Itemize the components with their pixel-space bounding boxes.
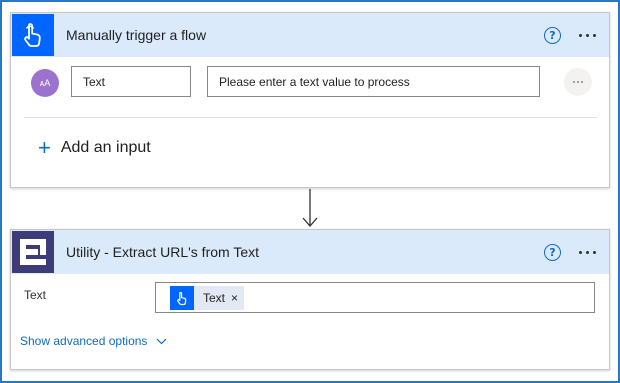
text-type-icon: ᴀA — [31, 69, 59, 97]
more-options-icon[interactable] — [579, 250, 601, 254]
trigger-card: Manually trigger a flow ? ᴀA Text Please… — [10, 12, 610, 188]
close-icon[interactable]: × — [231, 291, 238, 305]
help-icon[interactable]: ? — [544, 243, 561, 261]
divider — [24, 117, 597, 118]
text-param-label: Text — [24, 288, 47, 302]
show-advanced-options-link[interactable]: Show advanced options — [20, 334, 167, 348]
input-name-field[interactable]: Text — [71, 66, 191, 97]
plus-icon: + — [38, 135, 51, 160]
down-arrow-connector — [302, 189, 318, 227]
action-title: Utility - Extract URL's from Text — [66, 244, 259, 260]
encodian-utility-icon — [12, 231, 54, 273]
action-card: Utility - Extract URL's from Text ? Text… — [10, 229, 610, 370]
add-input-button[interactable]: + Add an input — [38, 135, 151, 160]
help-icon[interactable]: ? — [544, 26, 561, 44]
add-input-label: Add an input — [60, 139, 151, 156]
trigger-card-header[interactable]: Manually trigger a flow ? — [11, 13, 609, 57]
action-card-header[interactable]: Utility - Extract URL's from Text ? — [11, 230, 609, 274]
trigger-input-row: ᴀA Text Please enter a text value to pro… — [11, 65, 609, 99]
touch-hand-icon — [170, 286, 194, 310]
trigger-title: Manually trigger a flow — [66, 27, 207, 43]
text-param-input[interactable]: Text × — [155, 282, 595, 313]
input-more-icon[interactable] — [564, 68, 592, 96]
input-description-field[interactable]: Please enter a text value to process — [207, 66, 540, 97]
touch-hand-icon — [12, 14, 54, 56]
dynamic-content-token[interactable]: Text × — [170, 286, 245, 310]
more-options-icon[interactable] — [579, 33, 601, 37]
token-label: Text — [203, 291, 226, 305]
advanced-options-label: Show advanced options — [20, 334, 148, 348]
chevron-down-icon — [157, 338, 167, 344]
